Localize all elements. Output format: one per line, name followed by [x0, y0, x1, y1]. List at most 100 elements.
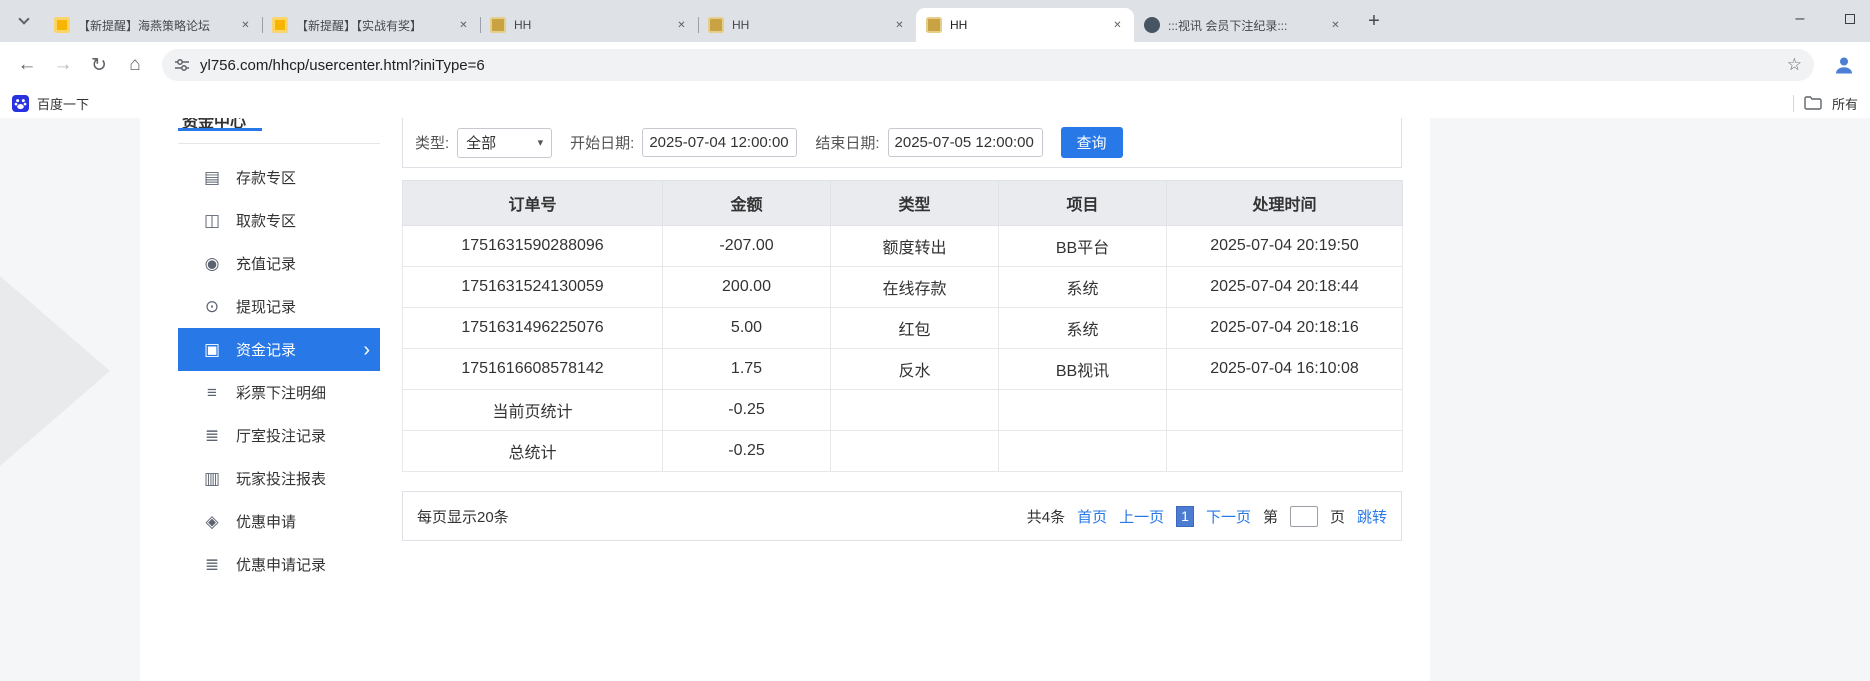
sidebar-item-label: 充值记录 — [236, 253, 296, 274]
bookmarks-bar: 百度一下 所有 — [0, 88, 1870, 118]
tab-title: :::视讯 会员下注纪录::: — [1168, 17, 1319, 34]
page-jump-input[interactable] — [1290, 506, 1318, 527]
navigation-bar: ← → ↻ ⌂ yl756.com/hhcp/usercenter.html?i… — [0, 42, 1870, 88]
amount: 1.75 — [663, 349, 831, 390]
jump-prefix-text: 第 — [1263, 506, 1278, 527]
browser-tab[interactable]: 【新提醒】海燕策略论坛 ✕ — [44, 8, 262, 42]
stat-label: 总统计 — [403, 431, 663, 472]
all-bookmarks-label[interactable]: 所有 — [1832, 94, 1858, 113]
profile-avatar[interactable] — [1828, 49, 1860, 81]
col-process-time: 处理时间 — [1167, 181, 1403, 226]
stat-amount: -0.25 — [663, 390, 831, 431]
type-select-value: 全部 — [466, 132, 496, 153]
project: BB平台 — [999, 226, 1167, 267]
process-time: 2025-07-04 20:18:16 — [1167, 308, 1403, 349]
tab-close-icon[interactable]: ✕ — [891, 17, 908, 34]
empty-cell — [831, 390, 999, 431]
jump-go-link[interactable]: 跳转 — [1357, 506, 1387, 527]
reload-button[interactable]: ↻ — [82, 48, 116, 82]
end-date-input[interactable] — [888, 128, 1043, 157]
empty-cell — [1167, 390, 1403, 431]
order-no: 1751631496225076 — [403, 308, 663, 349]
type-select[interactable]: 全部 ▾ — [457, 128, 552, 158]
sidebar-item-deposit-zone[interactable]: ▤ 存款专区 › — [178, 156, 380, 199]
next-page-link[interactable]: 下一页 — [1206, 506, 1251, 527]
sidebar-item-label: 取款专区 — [236, 210, 296, 231]
home-button[interactable]: ⌂ — [118, 48, 152, 82]
current-page-badge[interactable]: 1 — [1176, 506, 1194, 527]
first-page-link[interactable]: 首页 — [1077, 506, 1107, 527]
page-size-text: 每页显示20条 — [417, 506, 509, 527]
start-date-label: 开始日期: — [570, 132, 634, 153]
process-time: 2025-07-04 20:18:44 — [1167, 267, 1403, 308]
pagination-bar: 每页显示20条 共4条 首页 上一页 1 下一页 第 页 跳转 — [402, 491, 1402, 541]
sidebar-item-lottery-bet-details[interactable]: ≡ 彩票下注明细 › — [178, 371, 380, 414]
tab-search-button[interactable] — [10, 7, 38, 35]
forum-favicon — [54, 17, 70, 33]
tab-close-icon[interactable]: ✕ — [455, 17, 472, 34]
project: 系统 — [999, 308, 1167, 349]
table-row: 1751631590288096 -207.00 额度转出 BB平台 2025-… — [403, 226, 1403, 267]
deposit-icon: ▤ — [202, 168, 222, 188]
table-row: 1751631496225076 5.00 红包 系统 2025-07-04 2… — [403, 308, 1403, 349]
sidebar-item-withdraw-zone[interactable]: ◫ 取款专区 › — [178, 199, 380, 242]
browser-tab[interactable]: 【新提醒】【实战有奖】 ✕ — [262, 8, 480, 42]
type-filter-label: 类型: — [415, 132, 449, 153]
page-content: 资金中心 ▤ 存款专区 › ◫ 取款专区 › ◉ 充值记录 › — [0, 118, 1870, 681]
bookmark-label: 百度一下 — [37, 94, 89, 113]
sidebar-item-label: 资金记录 — [236, 339, 296, 360]
tab-close-icon[interactable]: ✕ — [1327, 17, 1344, 34]
amount: 200.00 — [663, 267, 831, 308]
minimize-button[interactable]: – — [1790, 9, 1810, 29]
sidebar-item-hall-bet-records[interactable]: ≣ 厅室投注记录 › — [178, 414, 380, 457]
maximize-button[interactable] — [1840, 9, 1860, 29]
tab-close-icon[interactable]: ✕ — [237, 17, 254, 34]
empty-cell — [999, 390, 1167, 431]
prev-page-link[interactable]: 上一页 — [1119, 506, 1164, 527]
sidebar-item-label: 优惠申请记录 — [236, 554, 326, 575]
empty-cell — [1167, 431, 1403, 472]
sidebar-item-recharge-records[interactable]: ◉ 充值记录 › — [178, 242, 380, 285]
browser-tab-active[interactable]: HH ✕ — [916, 8, 1134, 42]
back-button[interactable]: ← — [10, 48, 44, 82]
sidebar-item-promo-apply[interactable]: ◈ 优惠申请 › — [178, 500, 380, 543]
search-button[interactable]: 查询 — [1061, 127, 1123, 158]
lottery-bet-icon: ≡ — [202, 383, 222, 403]
withdrawal-record-icon: ⊙ — [202, 297, 222, 317]
new-tab-button[interactable]: + — [1360, 7, 1388, 35]
fund-record-icon: ▣ — [202, 340, 222, 360]
tab-title: HH — [514, 18, 665, 32]
tab-close-icon[interactable]: ✕ — [1109, 17, 1126, 34]
table-header-row: 订单号 金额 类型 项目 处理时间 — [403, 181, 1403, 226]
forward-button[interactable]: → — [46, 48, 80, 82]
bookmark-star-icon[interactable]: ☆ — [1787, 55, 1802, 75]
promo-apply-icon: ◈ — [202, 512, 222, 532]
sidebar-item-fund-records[interactable]: ▣ 资金记录 › — [178, 328, 380, 371]
url-text[interactable]: yl756.com/hhcp/usercenter.html?iniType=6 — [200, 57, 1777, 74]
chevron-right-icon: › — [363, 340, 370, 360]
fund-records-table: 订单号 金额 类型 项目 处理时间 1751631590288096 -207.… — [402, 180, 1403, 472]
tab-close-icon[interactable]: ✕ — [673, 17, 690, 34]
tab-title: 【新提醒】【实战有奖】 — [296, 17, 447, 34]
order-no: 1751616608578142 — [403, 349, 663, 390]
sidebar-item-player-bet-report[interactable]: ▥ 玩家投注报表 › — [178, 457, 380, 500]
decorative-triangle — [0, 276, 110, 466]
sidebar-header: 资金中心 — [178, 118, 380, 144]
stat-label: 当前页统计 — [403, 390, 663, 431]
sidebar-item-promo-apply-records[interactable]: ≣ 优惠申请记录 › — [178, 543, 380, 586]
sidebar-item-withdrawal-records[interactable]: ⊙ 提现记录 › — [178, 285, 380, 328]
window-controls: – — [1790, 9, 1870, 33]
browser-tab[interactable]: HH ✕ — [480, 8, 698, 42]
start-date-input[interactable] — [642, 128, 797, 157]
empty-cell — [999, 431, 1167, 472]
browser-tab[interactable]: HH ✕ — [698, 8, 916, 42]
sidebar-item-label: 彩票下注明细 — [236, 382, 326, 403]
sidebar-item-label: 玩家投注报表 — [236, 468, 326, 489]
url-bar[interactable]: yl756.com/hhcp/usercenter.html?iniType=6… — [162, 49, 1814, 81]
table-row-grand-total: 总统计 -0.25 — [403, 431, 1403, 472]
bookmark-baidu[interactable]: 百度一下 — [12, 94, 89, 113]
browser-tab[interactable]: :::视讯 会员下注纪录::: ✕ — [1134, 8, 1352, 42]
table-row-page-total: 当前页统计 -0.25 — [403, 390, 1403, 431]
usercenter-sidebar: 资金中心 ▤ 存款专区 › ◫ 取款专区 › ◉ 充值记录 › — [178, 118, 380, 586]
site-settings-icon[interactable] — [174, 57, 190, 73]
